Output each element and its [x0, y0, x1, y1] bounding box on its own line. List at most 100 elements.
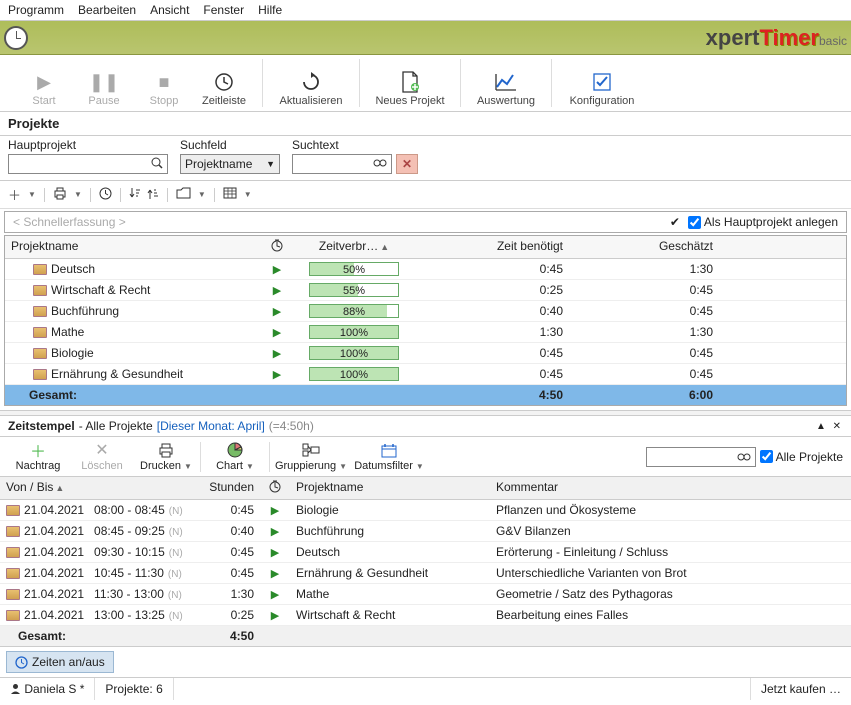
- project-row[interactable]: Buchführung ▶ 88% 0:40 0:45: [5, 301, 846, 322]
- quick-entry-input[interactable]: < Schnellerfassung >: [13, 215, 662, 229]
- ts-panel-controls[interactable]: ▲ ✕: [816, 421, 843, 432]
- drucken-button[interactable]: Drucken▼: [136, 441, 196, 472]
- projektname-cell: Deutsch: [290, 542, 490, 562]
- search-icon[interactable]: [151, 157, 163, 172]
- menu-programm[interactable]: Programm: [8, 3, 64, 17]
- project-row[interactable]: Wirtschaft & Recht ▶ 55% 0:25 0:45: [5, 280, 846, 301]
- chevron-down-icon[interactable]: ▼: [244, 190, 252, 199]
- chevron-down-icon[interactable]: ▼: [74, 190, 82, 199]
- binoculars-icon[interactable]: [373, 157, 387, 171]
- folder-icon[interactable]: [176, 187, 191, 202]
- play-icon[interactable]: ▶: [271, 505, 279, 517]
- col-projektname[interactable]: Projektname: [5, 236, 265, 258]
- print-icon[interactable]: [53, 187, 67, 203]
- confirm-icon[interactable]: ✔: [670, 215, 680, 229]
- play-icon[interactable]: ▶: [271, 589, 279, 601]
- buy-button[interactable]: Jetzt kaufen …: [750, 678, 851, 700]
- total-gs: 6:00: [569, 385, 719, 405]
- zeiten-toggle-button[interactable]: Zeiten an/aus: [6, 651, 114, 673]
- menu-ansicht[interactable]: Ansicht: [150, 3, 189, 17]
- menu-hilfe[interactable]: Hilfe: [258, 3, 282, 17]
- sort-down-icon[interactable]: [129, 187, 141, 203]
- timestamp-row[interactable]: 21.04.2021 13:00 - 13:25(N) 0:25 ▶ Wirts…: [0, 605, 851, 626]
- clock-small-icon[interactable]: [99, 187, 112, 203]
- konfiguration-button[interactable]: Konfiguration: [562, 59, 642, 107]
- play-icon[interactable]: ▶: [271, 547, 279, 559]
- gruppierung-button[interactable]: Gruppierung▼: [274, 441, 348, 472]
- timestamp-row[interactable]: 21.04.2021 08:45 - 09:25(N) 0:40 ▶ Buchf…: [0, 521, 851, 542]
- col-stopwatch[interactable]: [265, 236, 289, 258]
- col-projektname-ts[interactable]: Projektname: [290, 477, 490, 499]
- project-row[interactable]: Biologie ▶ 100% 0:45 0:45: [5, 343, 846, 364]
- play-icon[interactable]: ▶: [273, 264, 281, 276]
- project-row[interactable]: Mathe ▶ 100% 1:30 1:30: [5, 322, 846, 343]
- auswertung-button[interactable]: Auswertung: [471, 59, 541, 107]
- hauptprojekt-checkbox-input[interactable]: [688, 216, 701, 229]
- loeschen-button[interactable]: ✕ Löschen: [72, 441, 132, 472]
- zeit-benoetigt-cell: 0:45: [419, 343, 569, 363]
- menu-bearbeiten[interactable]: Bearbeiten: [78, 3, 136, 17]
- plus-icon: ＋: [27, 441, 49, 459]
- play-icon[interactable]: ▶: [273, 306, 281, 318]
- suchfeld-select[interactable]: Projektname ▼: [180, 154, 280, 174]
- project-row[interactable]: Ernährung & Gesundheit ▶ 100% 0:45 0:45: [5, 364, 846, 385]
- chart-button[interactable]: Chart▼: [205, 441, 265, 472]
- timestamp-row[interactable]: 21.04.2021 11:30 - 13:00(N) 1:30 ▶ Mathe…: [0, 584, 851, 605]
- filter-row: Hauptprojekt Suchfeld Projektname ▼ Such…: [0, 136, 851, 181]
- zeitleiste-button[interactable]: Zeitleiste: [196, 59, 252, 107]
- stunden-cell: 0:45: [200, 563, 260, 583]
- stunden-cell: 0:45: [200, 542, 260, 562]
- hauptprojekt-checkbox[interactable]: Als Hauptprojekt anlegen: [688, 215, 838, 229]
- col-kommentar[interactable]: Kommentar: [490, 477, 851, 499]
- alle-projekte-checkbox-input[interactable]: [760, 450, 773, 463]
- alle-projekte-label: Alle Projekte: [776, 450, 843, 464]
- timestamp-row[interactable]: 21.04.2021 08:00 - 08:45(N) 0:45 ▶ Biolo…: [0, 500, 851, 521]
- project-row[interactable]: Deutsch ▶ 50% 0:45 1:30: [5, 259, 846, 280]
- zeit-benoetigt-cell: 0:40: [419, 301, 569, 321]
- neues-projekt-button[interactable]: Neues Projekt: [370, 59, 450, 107]
- start-button[interactable]: ▶ Start: [16, 59, 72, 107]
- datumsfilter-button[interactable]: Datumsfilter▼: [352, 441, 426, 472]
- play-icon[interactable]: ▶: [271, 526, 279, 538]
- timestamp-row[interactable]: 21.04.2021 10:45 - 11:30(N) 0:45 ▶ Ernäh…: [0, 563, 851, 584]
- grid-icon[interactable]: [223, 187, 237, 202]
- kommentar-cell: Erörterung - Einleitung / Schluss: [490, 542, 851, 562]
- col-geschaetzt[interactable]: Geschätzt: [569, 236, 719, 258]
- nachtrag-button[interactable]: ＋ Nachtrag: [8, 441, 68, 472]
- play-icon[interactable]: ▶: [273, 285, 281, 297]
- col-stopwatch-ts[interactable]: [260, 477, 290, 499]
- play-icon[interactable]: ▶: [271, 610, 279, 622]
- col-von-bis[interactable]: Von / Bis▲: [0, 477, 200, 499]
- chevron-down-icon[interactable]: ▼: [198, 190, 206, 199]
- col-stunden[interactable]: Stunden: [200, 477, 260, 499]
- ts-total-hours: 4:50: [200, 626, 260, 646]
- section-projekte-title: Projekte: [0, 112, 851, 136]
- hauptprojekt-input[interactable]: [8, 154, 168, 174]
- alle-projekte-checkbox[interactable]: Alle Projekte: [760, 450, 843, 464]
- stop-button[interactable]: ■ Stopp: [136, 59, 192, 107]
- menu-fenster[interactable]: Fenster: [203, 3, 244, 17]
- play-icon[interactable]: ▶: [273, 348, 281, 360]
- ts-month[interactable]: [Dieser Monat: April]: [157, 419, 265, 433]
- timestamp-row[interactable]: 21.04.2021 09:30 - 10:15(N) 0:45 ▶ Deuts…: [0, 542, 851, 563]
- book-icon: [33, 285, 47, 296]
- suchtext-input[interactable]: [292, 154, 392, 174]
- von-bis-cell: 21.04.2021 08:45 - 09:25(N): [0, 521, 200, 541]
- clear-search-button[interactable]: ✕: [396, 154, 418, 174]
- col-zeit-benoetigt[interactable]: Zeit benötigt: [419, 236, 569, 258]
- col-zeitverbraucht[interactable]: Zeitverbr…▲: [289, 236, 419, 258]
- aktualisieren-button[interactable]: Aktualisieren: [273, 59, 349, 107]
- chevron-down-icon: ▼: [266, 159, 275, 169]
- play-icon[interactable]: ▶: [271, 568, 279, 580]
- chevron-down-icon[interactable]: ▼: [28, 190, 36, 199]
- hauptprojekt-checkbox-label: Als Hauptprojekt anlegen: [704, 215, 838, 229]
- sort-up-icon[interactable]: [147, 187, 159, 203]
- zeit-benoetigt-cell: 1:30: [419, 322, 569, 342]
- ts-search-input[interactable]: [646, 447, 756, 467]
- project-name-cell: Buchführung: [5, 301, 265, 321]
- play-icon[interactable]: ▶: [273, 327, 281, 339]
- progress-cell: 55%: [289, 280, 419, 300]
- play-icon[interactable]: ▶: [273, 369, 281, 381]
- pause-button[interactable]: ❚❚ Pause: [76, 59, 132, 107]
- add-icon[interactable]: ＋: [8, 185, 21, 204]
